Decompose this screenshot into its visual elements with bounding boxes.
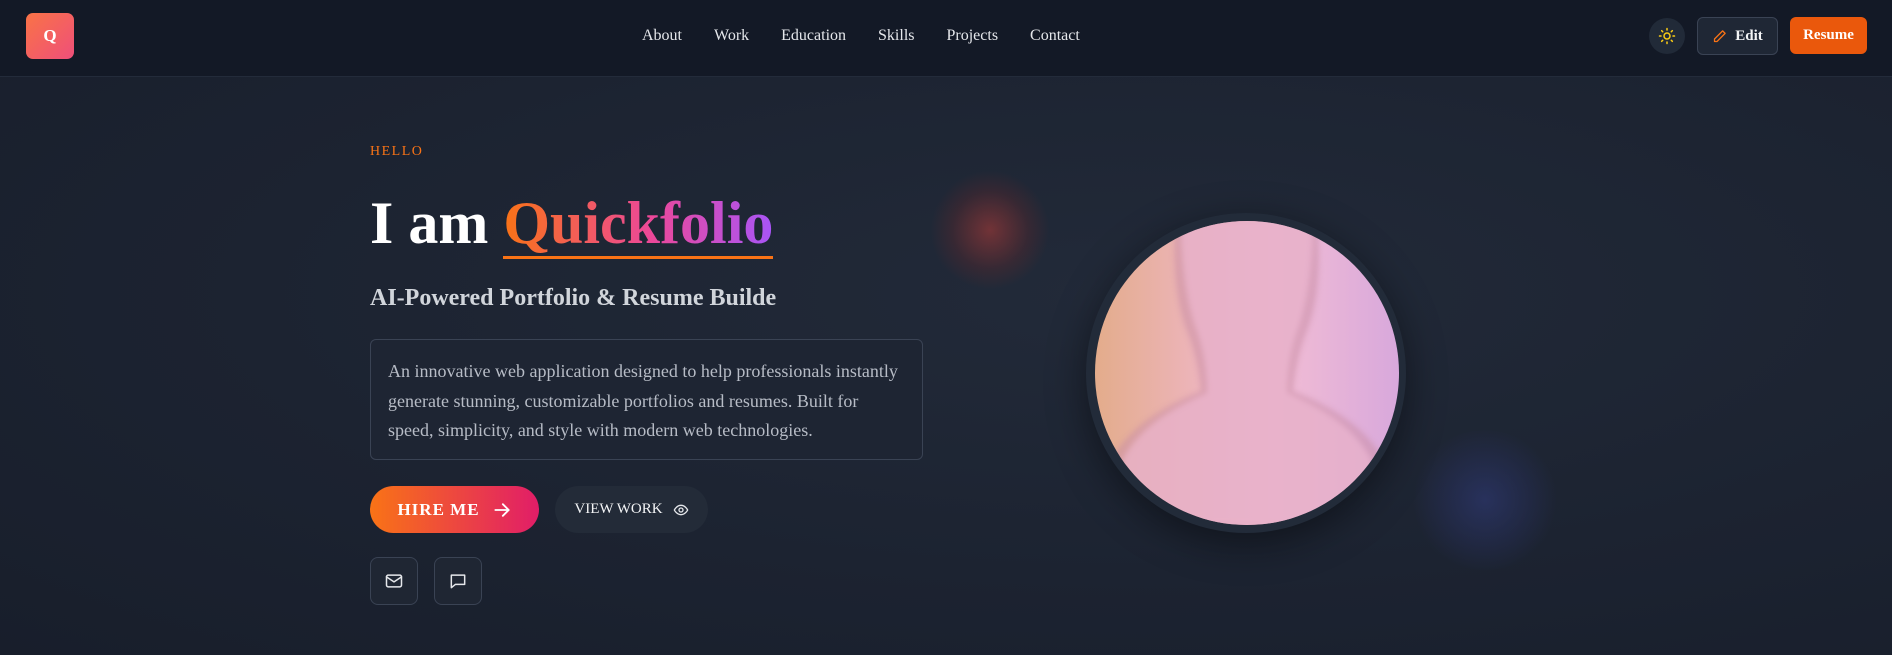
view-work-button[interactable]: VIEW WORK <box>555 486 708 533</box>
hero-title-prefix: I am <box>370 190 489 256</box>
view-work-label: VIEW WORK <box>574 501 663 517</box>
main-nav: About Work Education Skills Projects Con… <box>642 26 1112 46</box>
hero-subtitle: AI-Powered Portfolio & Resume Builde <box>370 285 777 311</box>
hero-greeting: HELLO <box>370 144 424 159</box>
sun-icon <box>1658 27 1676 45</box>
chat-link-button[interactable] <box>434 557 482 605</box>
nav-item-about[interactable]: About <box>642 26 682 46</box>
nav-item-education[interactable]: Education <box>781 26 846 46</box>
decorative-glow-red <box>930 170 1050 290</box>
edit-label: Edit <box>1735 27 1763 44</box>
decorative-glow-blue <box>1410 430 1560 570</box>
resume-label: Resume <box>1803 27 1854 43</box>
pencil-icon <box>1714 29 1726 42</box>
logo[interactable]: Q <box>26 13 74 59</box>
hero-title: I am Quickfolio <box>370 188 774 259</box>
hero-description: An innovative web application designed t… <box>370 339 923 460</box>
hero-description-text: An innovative web application designed t… <box>388 361 898 440</box>
nav-item-contact[interactable]: Contact <box>1030 26 1080 46</box>
resume-button[interactable]: Resume <box>1790 17 1867 54</box>
eye-icon <box>673 504 688 515</box>
avatar <box>1095 221 1399 525</box>
logo-letter: Q <box>43 26 57 45</box>
hire-me-button[interactable]: HIRE ME <box>370 486 539 533</box>
page-background <box>0 0 1892 655</box>
mail-icon <box>385 574 403 588</box>
top-navbar: Q About Work Education Skills Projects C… <box>0 0 1892 77</box>
arrow-right-icon <box>493 502 510 517</box>
nav-item-skills[interactable]: Skills <box>878 26 914 46</box>
profile-silhouette-icon <box>1095 221 1399 525</box>
chat-icon <box>450 574 466 589</box>
nav-item-work[interactable]: Work <box>714 26 749 46</box>
hire-me-label: HIRE ME <box>397 499 480 519</box>
hero-title-brand: Quickfolio <box>503 190 774 259</box>
email-link-button[interactable] <box>370 557 418 605</box>
theme-toggle-button[interactable] <box>1649 18 1685 54</box>
edit-button[interactable]: Edit <box>1697 17 1778 55</box>
nav-item-projects[interactable]: Projects <box>947 26 999 46</box>
